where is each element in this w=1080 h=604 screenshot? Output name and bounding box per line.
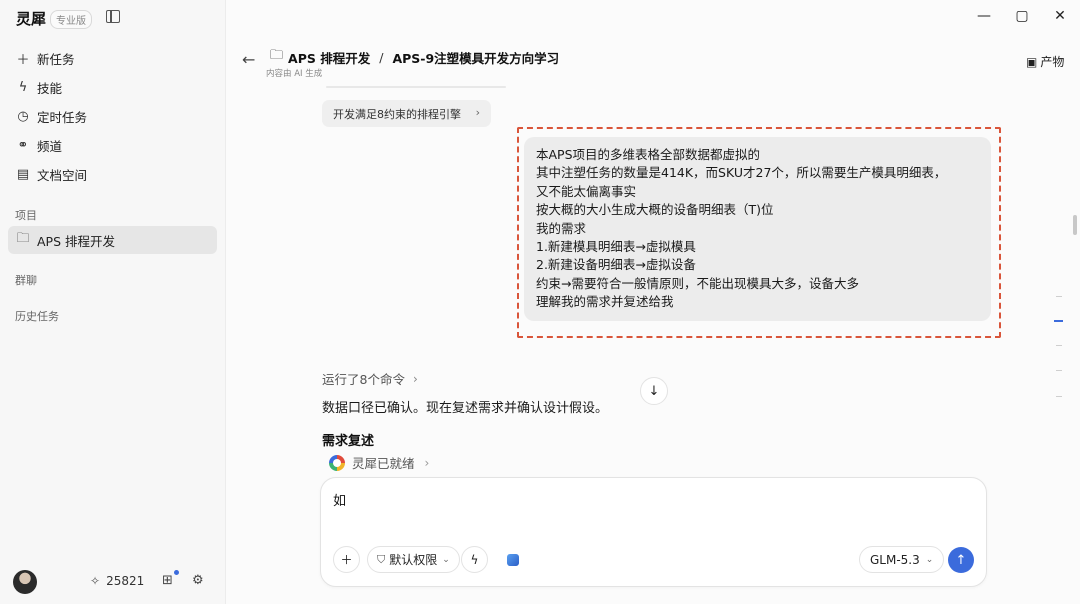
- message-line: 约束→需要符合一般情原则，不能出现模具大多，设备大多: [536, 275, 859, 291]
- message-line: 2.新建设备明细表→虚拟设备: [536, 257, 696, 273]
- lightning-icon: ϟ: [470, 552, 479, 567]
- nav-scheduled-tasks-label: 定时任务: [37, 109, 88, 125]
- message-input[interactable]: [333, 492, 953, 507]
- lightning-icon: ϟ: [18, 79, 28, 95]
- scrollbar-thumb[interactable]: [1073, 215, 1077, 235]
- send-button[interactable]: ↑: [948, 547, 974, 573]
- close-icon[interactable]: ✕: [1050, 8, 1070, 24]
- notification-dot: [174, 570, 179, 575]
- message-line: 按大概的大小生成大概的设备明细表（T)位: [536, 202, 774, 218]
- back-arrow-icon[interactable]: ←: [242, 50, 255, 69]
- artifact-button[interactable]: ▣ 产物: [1026, 53, 1064, 70]
- nav-skills[interactable]: ϟ 技能: [8, 73, 217, 101]
- main-panel: — ▢ ✕ ← 🗀 APS 排程开发 / APS-9注塑模具开发方向学习 内容由…: [226, 0, 1080, 604]
- folder-icon: 🗀: [16, 231, 30, 246]
- ai-generated-note: 内容由 AI 生成: [266, 69, 323, 79]
- assistant-text: 数据口径已确认。现在复述需求并确认设计假设。: [322, 401, 609, 416]
- credits[interactable]: ✧ 25821: [90, 574, 144, 588]
- user-message-bubble: 本APS项目的多维表格全部数据都虚拟的 其中注塑任务的数量是414K，而SKU才…: [524, 137, 991, 321]
- artifact-label: 产物: [1040, 55, 1065, 69]
- sidebar-toggle-icon[interactable]: [106, 10, 120, 23]
- skills-button[interactable]: ϟ: [461, 546, 488, 573]
- chevron-right-icon: ›: [412, 371, 418, 386]
- task-chip-label: 开发满足8约束的排程引擎: [333, 107, 461, 121]
- divider: [326, 86, 506, 88]
- section-heading: 需求复述: [322, 434, 375, 449]
- folder-icon: 🗀: [270, 48, 284, 63]
- nav-doc-space-label: 文档空间: [37, 167, 88, 183]
- minimize-icon[interactable]: —: [974, 8, 994, 24]
- outline-marker[interactable]: [1056, 370, 1062, 371]
- message-line: 本APS项目的多维表格全部数据都虚拟的: [536, 147, 761, 162]
- outline-marker-active[interactable]: [1054, 320, 1063, 322]
- box-icon: ▣: [1026, 54, 1038, 69]
- chevron-right-icon: ›: [424, 455, 430, 470]
- model-select[interactable]: GLM-5.3 ⌄: [859, 546, 945, 573]
- breadcrumb-separator: /: [379, 49, 384, 65]
- sidebar-item-aps-project-label: APS 排程开发: [37, 233, 115, 249]
- section-group-chat[interactable]: 群聊: [15, 272, 37, 288]
- sidebar-item-aps-project[interactable]: 🗀 APS 排程开发: [8, 226, 217, 254]
- clock-icon: ◷: [17, 108, 29, 124]
- plus-icon: ＋: [340, 553, 353, 567]
- model-label: GLM-5.3: [870, 552, 920, 567]
- gift-icon[interactable]: ⊞: [162, 573, 173, 588]
- nav-channels[interactable]: ⚭ 频道: [8, 131, 217, 159]
- breadcrumb-folder[interactable]: APS 排程开发: [288, 48, 370, 67]
- shield-icon: ⛉: [377, 552, 386, 566]
- breadcrumb: 🗀 APS 排程开发 / APS-9注塑模具开发方向学习: [270, 46, 559, 68]
- sparkle-icon: ✧: [90, 574, 101, 588]
- sidebar: 灵犀 专业版 ＋ 新任务 ϟ 技能 ◷ 定时任务 ⚭ 频道 ▤ 文档空间 项目 …: [0, 0, 226, 604]
- task-chip[interactable]: 开发满足8约束的排程引擎 ›: [322, 100, 491, 127]
- agent-status-label: 灵犀已就绪: [352, 456, 415, 471]
- outline-marker[interactable]: [1056, 396, 1062, 397]
- outline-marker[interactable]: [1056, 345, 1062, 346]
- nav-doc-space[interactable]: ▤ 文档空间: [8, 160, 217, 188]
- message-line: 又不能太偏离事实: [536, 183, 637, 199]
- ran-commands-label: 运行了8个命令: [322, 372, 405, 387]
- gear-icon[interactable]: ⚙: [192, 573, 204, 588]
- section-history[interactable]: 历史任务: [15, 308, 59, 324]
- link-icon: ⚭: [17, 137, 29, 153]
- nav-skills-label: 技能: [37, 80, 63, 96]
- chevron-down-icon: ⌄: [925, 554, 934, 565]
- page-title: APS-9注塑模具开发方向学习: [392, 50, 560, 66]
- message-line: 理解我的需求并复述给我: [536, 294, 674, 310]
- credits-value: 25821: [106, 574, 145, 588]
- message-line: 1.新建模具明细表→虚拟模具: [536, 239, 696, 255]
- nav-new-task[interactable]: ＋ 新任务: [8, 44, 217, 72]
- permission-select[interactable]: ⛉ 默认权限 ⌄: [367, 546, 460, 573]
- app-brand: 灵犀: [16, 10, 47, 28]
- nav-new-task-label: 新任务: [37, 51, 75, 67]
- permission-label: 默认权限: [389, 553, 438, 567]
- message-line: 我的需求: [536, 220, 587, 236]
- scroll-down-button[interactable]: ↓: [640, 377, 668, 405]
- agent-status[interactable]: 灵犀已就绪 ›: [329, 453, 429, 472]
- edition-badge: 专业版: [50, 10, 92, 29]
- nav-scheduled-tasks[interactable]: ◷ 定时任务: [8, 102, 217, 130]
- outline-marker[interactable]: [1056, 296, 1062, 297]
- nav-channels-label: 频道: [37, 138, 63, 154]
- chevron-down-icon: ⌄: [442, 554, 450, 565]
- plus-icon: ＋: [16, 52, 30, 68]
- arrow-up-icon: ↑: [955, 552, 967, 568]
- arrow-down-icon: ↓: [648, 383, 660, 399]
- section-projects: 项目: [15, 209, 37, 222]
- agent-logo-icon: [329, 454, 345, 471]
- maximize-icon[interactable]: ▢: [1012, 8, 1032, 24]
- ran-commands-toggle[interactable]: 运行了8个命令 ›: [322, 369, 418, 388]
- image-icon[interactable]: [507, 554, 519, 566]
- chevron-right-icon: ›: [475, 106, 480, 119]
- avatar[interactable]: [13, 570, 37, 594]
- document-icon: ▤: [16, 166, 30, 182]
- message-composer: ＋ ⛉ 默认权限 ⌄ ϟ GLM-5.3 ⌄ ↑: [320, 477, 987, 587]
- message-line: 其中注塑任务的数量是414K，而SKU才27个，所以需要生产模具明细表，: [536, 165, 947, 181]
- add-attachment-button[interactable]: ＋: [333, 546, 360, 573]
